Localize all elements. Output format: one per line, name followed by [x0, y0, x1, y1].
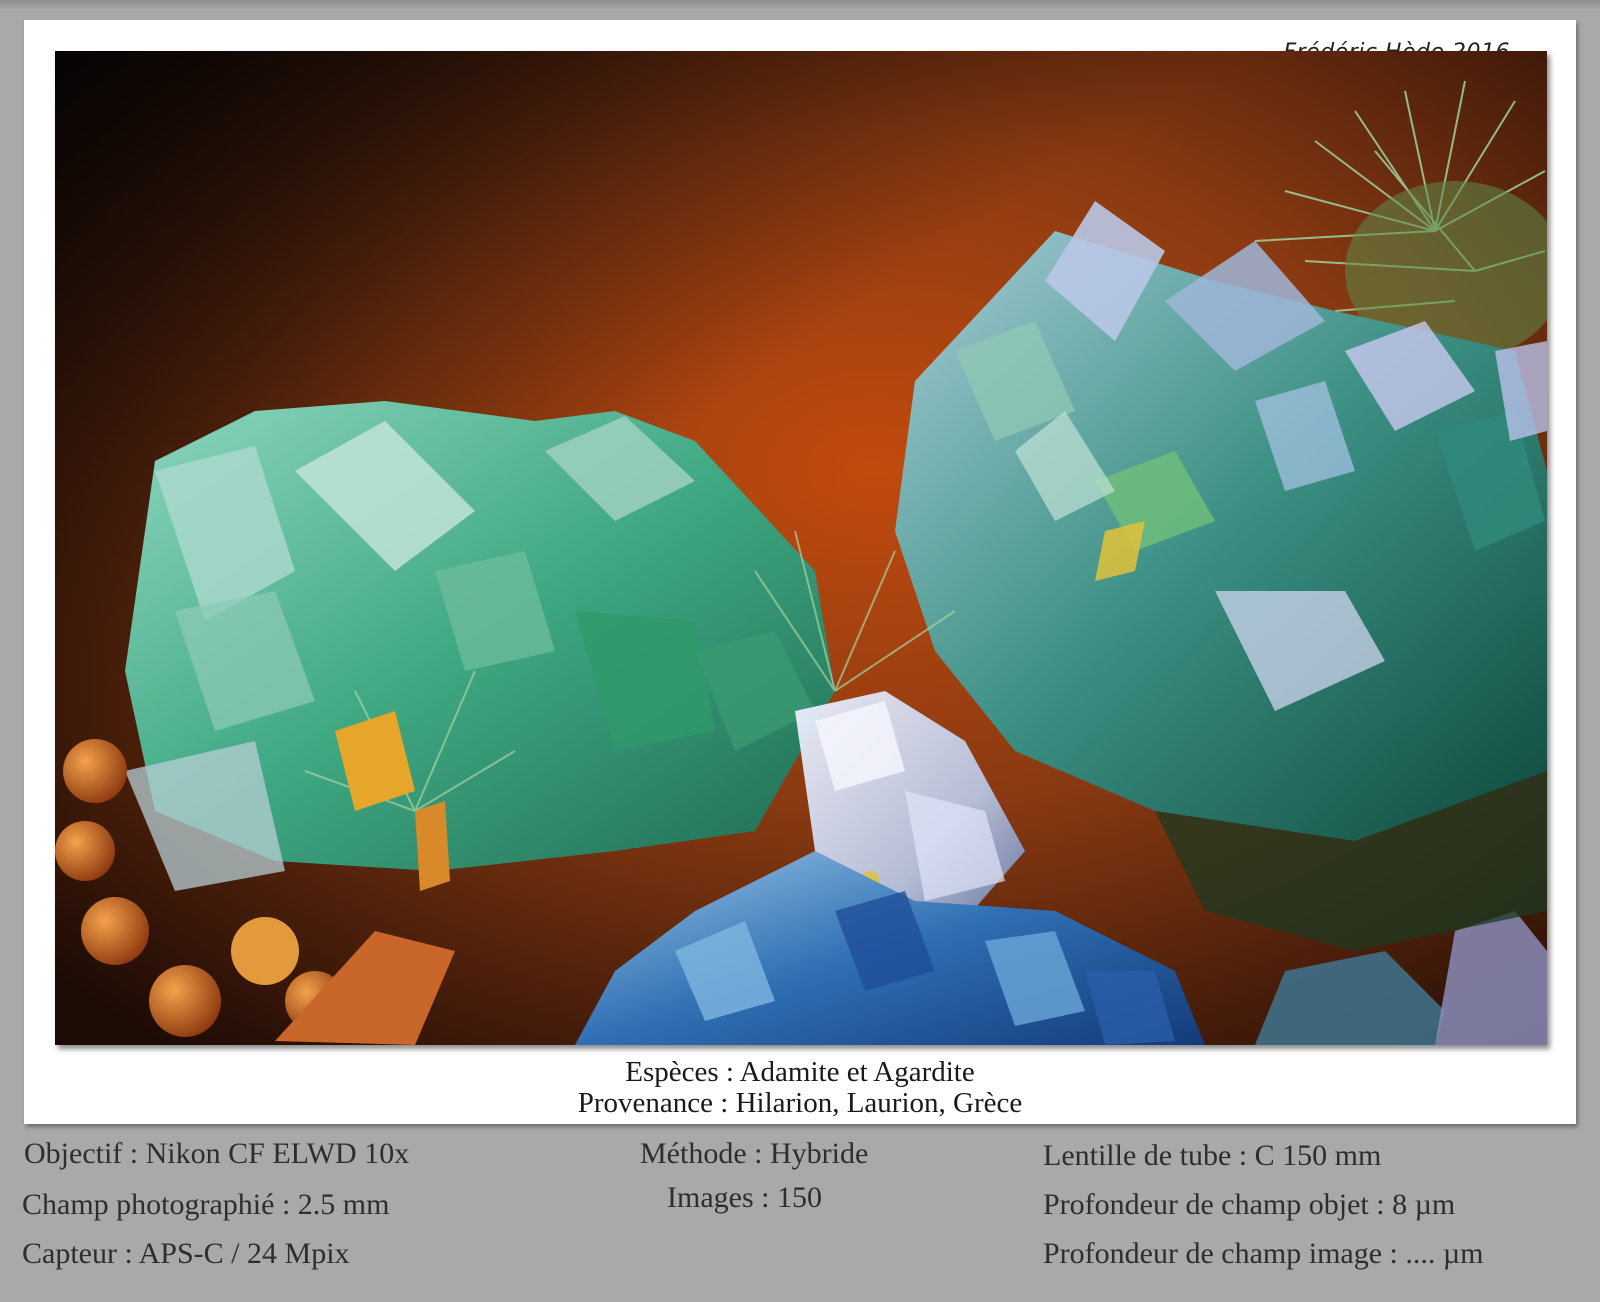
- meta-objective: Objectif : Nikon CF ELWD 10x: [24, 1137, 410, 1170]
- meta-object-dof: Profondeur de champ objet : 8 µm: [1043, 1188, 1456, 1221]
- mineral-photograph: [55, 51, 1547, 1045]
- meta-sensor: Capteur : APS-C / 24 Mpix: [22, 1237, 350, 1270]
- caption-origin: Provenance : Hilarion, Laurion, Grèce: [577, 1087, 1023, 1119]
- top-shadow: [0, 0, 1600, 10]
- meta-tube-lens: Lentille de tube : C 150 mm: [1043, 1139, 1382, 1172]
- meta-image-dof: Profondeur de champ image : .... µm: [1043, 1237, 1484, 1270]
- caption-species: Espèces : Adamite et Agardite: [625, 1056, 975, 1088]
- page: Frédéric Hède 2016: [0, 0, 1600, 1302]
- mineral-photo-illustration: [55, 51, 1547, 1045]
- photo-mat: Frédéric Hède 2016: [24, 20, 1576, 1124]
- meta-field: Champ photographié : 2.5 mm: [22, 1188, 390, 1221]
- meta-images: Images : 150: [667, 1181, 822, 1214]
- meta-method: Méthode : Hybride: [640, 1137, 869, 1170]
